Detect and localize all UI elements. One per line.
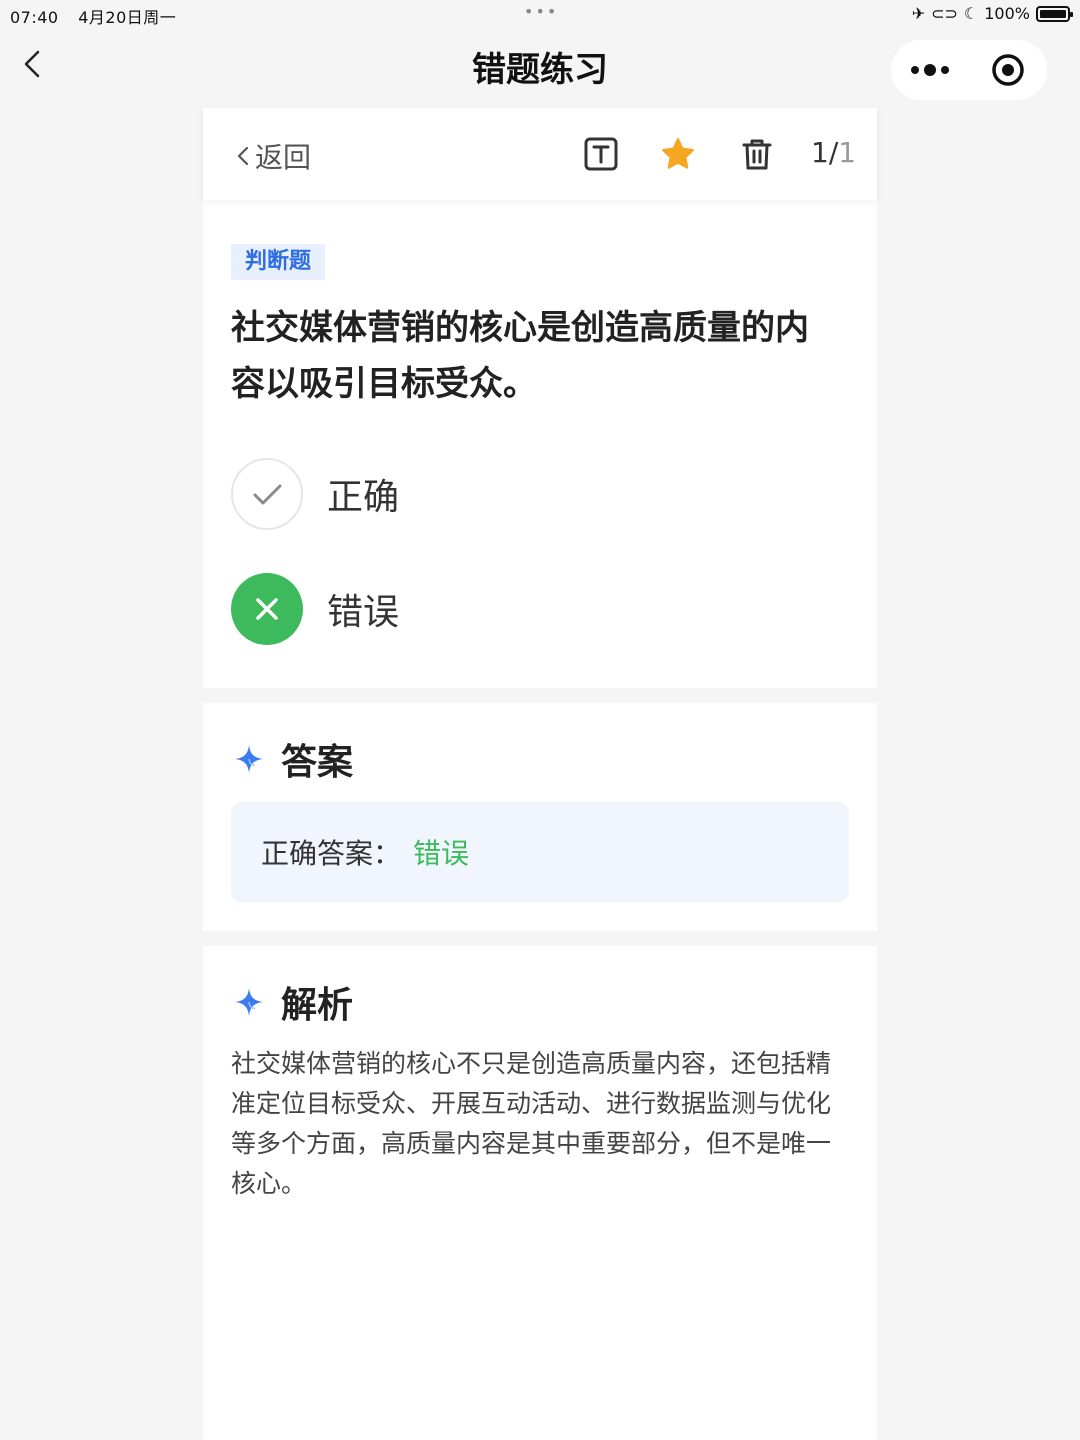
text-format-button[interactable] [583, 136, 619, 172]
option-radio[interactable] [231, 458, 303, 530]
correct-answer-box: 正确答案： 错误 [231, 802, 849, 902]
option-label: 错误 [327, 592, 400, 633]
sparkle-icon [235, 988, 263, 1016]
airplane-icon: ✈ [911, 4, 926, 23]
battery-percent: 100% [984, 4, 1030, 23]
mini-program-capsule [891, 40, 1047, 100]
analysis-title: 解析 [281, 985, 354, 1026]
status-bar: 07:40 4月20日周一 ••• ✈ ⊂⊃ ☾ 100% [0, 0, 1080, 30]
question-text: 社交媒体营销的核心是创造高质量的内容以吸引目标受众。 [231, 308, 809, 404]
answer-card: 答案 正确答案： 错误 [203, 703, 877, 931]
question-type-tag: 判断题 [231, 244, 326, 280]
back-label: 返回 [255, 141, 312, 174]
moon-icon: ☾ [963, 4, 979, 23]
option-radio[interactable] [231, 573, 303, 645]
counter-total: 1 [838, 136, 857, 169]
delete-button[interactable] [739, 136, 775, 172]
counter-current: 1/ [811, 136, 839, 169]
star-icon [662, 138, 694, 169]
analysis-card: 解析 社交媒体营销的核心不只是创造高质量内容，还包括精准定位目标受众、开展互动活… [203, 946, 877, 1440]
analysis-text: 社交媒体营销的核心不只是创造高质量内容，还包括精准定位目标受众、开展互动活动、进… [231, 1049, 832, 1198]
chevron-left-icon [237, 146, 249, 166]
text-format-icon [584, 137, 618, 171]
multitask-dots-icon[interactable]: ••• [524, 2, 558, 21]
option-label: 正确 [327, 477, 400, 518]
close-icon [256, 598, 278, 620]
favorite-button[interactable] [660, 136, 696, 172]
back-link[interactable]: 返回 [233, 136, 311, 176]
answer-heading: 答案 [233, 733, 353, 785]
status-right: ✈ ⊂⊃ ☾ 100% [911, 4, 1073, 23]
status-time: 07:40 [10, 8, 59, 27]
battery-icon [1036, 5, 1073, 22]
check-icon [253, 484, 282, 505]
close-miniprogram-icon[interactable] [969, 52, 1047, 88]
status-date: 4月20日周一 [78, 8, 177, 27]
question-counter: 1/1 [811, 136, 856, 169]
option-false[interactable]: 错误 [231, 573, 399, 645]
answer-title: 答案 [281, 742, 354, 783]
more-options-icon[interactable] [891, 64, 969, 76]
sparkle-icon [235, 745, 263, 773]
link-icon: ⊂⊃ [931, 4, 958, 23]
nav-bar: 错题练习 [0, 30, 1080, 108]
trash-icon [742, 139, 772, 170]
option-true[interactable]: 正确 [231, 458, 399, 530]
correct-answer-value: 错误 [413, 837, 470, 870]
correct-answer-label: 正确答案： [261, 837, 402, 870]
question-card: 判断题 社交媒体营销的核心是创造高质量的内容以吸引目标受众。 正确 错误 [203, 200, 877, 688]
analysis-heading: 解析 [233, 976, 353, 1028]
question-toolbar: 返回 1/1 [203, 108, 877, 200]
status-left: 07:40 4月20日周一 [10, 4, 190, 28]
